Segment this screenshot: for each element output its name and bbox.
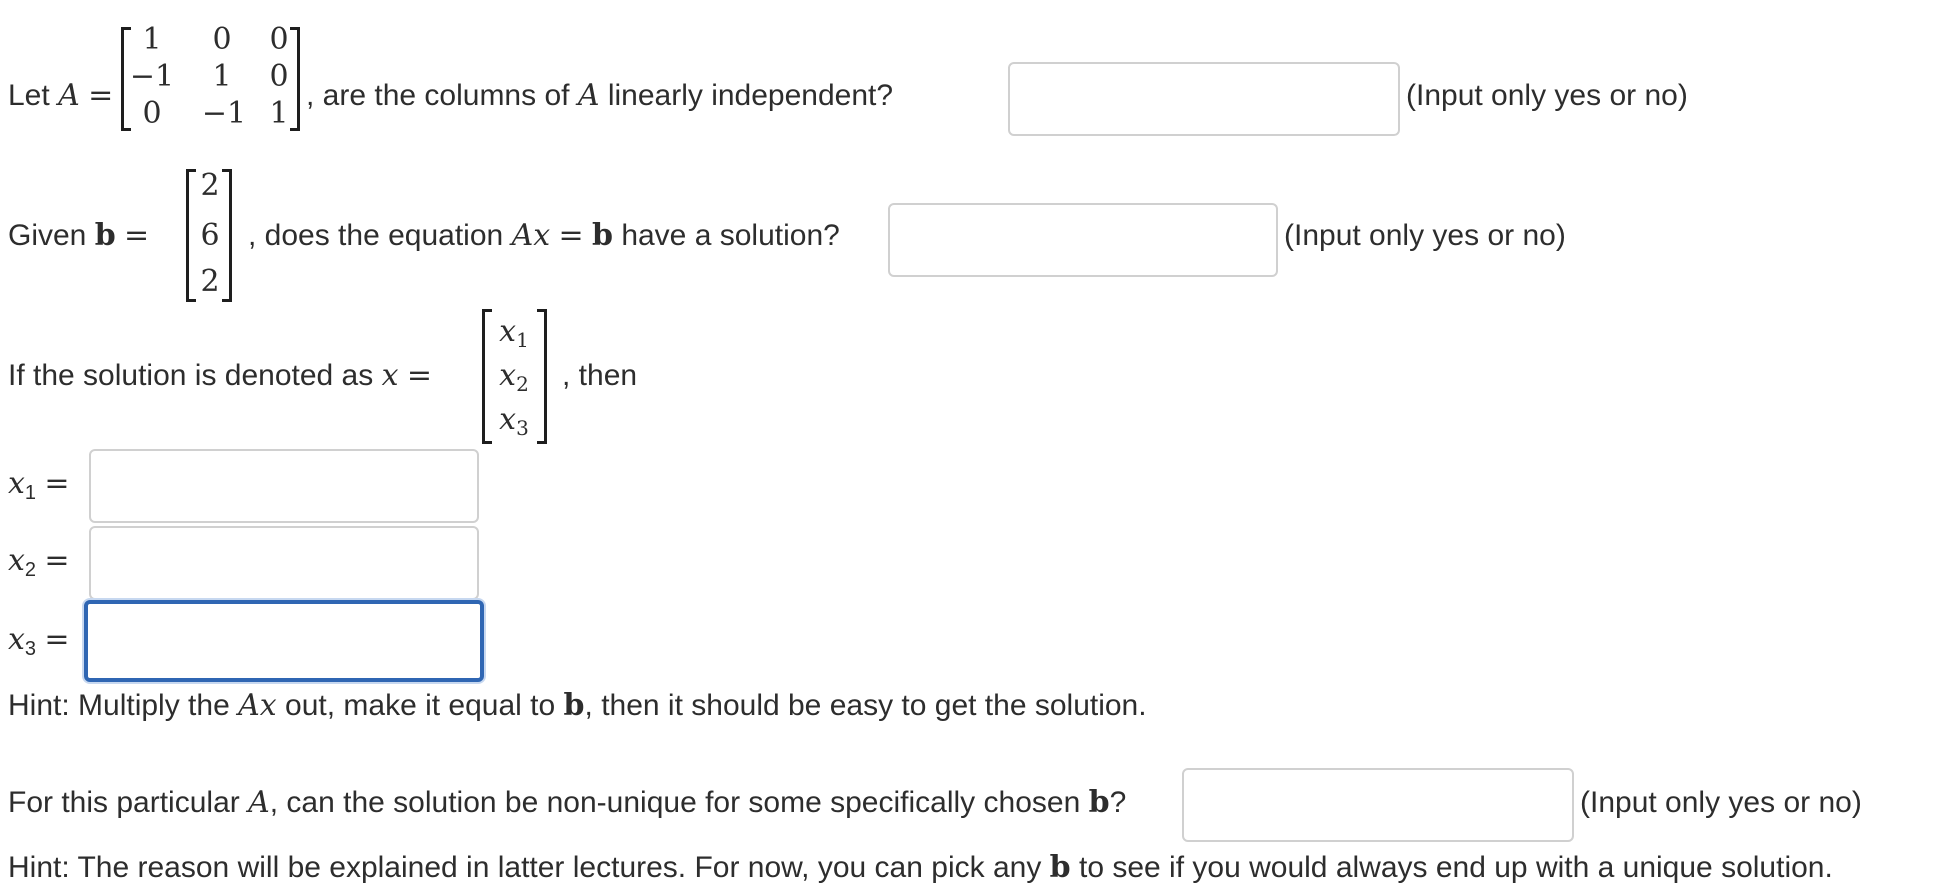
q1-matrix-r3c3: 1 xyxy=(269,96,289,131)
q2-label: Given b = xyxy=(8,218,149,254)
q2-question: , does the equation Ax = b have a soluti… xyxy=(248,218,840,254)
q3-vector-r2: x2 xyxy=(499,358,529,396)
q4-answer-input[interactable] xyxy=(1182,768,1574,842)
q1-matrix-r2c3: 0 xyxy=(269,59,289,94)
q2-equals-2: = xyxy=(558,218,584,253)
q3-vector-r3: x3 xyxy=(499,402,529,440)
q1-text-a: , are the columns of xyxy=(306,79,570,112)
q1-matrix-r2c1: −1 xyxy=(129,59,175,94)
q2-var-b2: b xyxy=(591,218,613,253)
q4-hint2: Hint: The reason will be explained in la… xyxy=(8,850,1833,886)
q3-prefix-text: If the solution is denoted as xyxy=(8,359,374,392)
q3-var-x: x xyxy=(381,358,399,393)
q1-matrix-r1c1: 1 xyxy=(142,22,162,57)
q4-qmark: ? xyxy=(1109,786,1127,819)
q2-text-b: have a solution? xyxy=(621,219,840,252)
q3-hint-suffix: , then it should be easy to get the solu… xyxy=(584,689,1147,722)
q2-answer-input[interactable] xyxy=(888,203,1278,277)
q2-equals: = xyxy=(124,218,150,253)
q1-matrix-r1c2: 0 xyxy=(212,22,232,57)
q2-vector-r1: 2 xyxy=(200,168,220,203)
q2-vector-r2: 6 xyxy=(200,218,220,253)
q1-text-b: linearly independent? xyxy=(607,79,894,112)
q3-x2-input[interactable] xyxy=(89,526,479,600)
q3-x1-label: x1 = xyxy=(8,466,70,504)
q1-matrix-r3c1: 0 xyxy=(142,96,162,131)
q1-question: , are the columns of A linearly independ… xyxy=(306,78,893,114)
q3-x3-label: x3 = xyxy=(8,622,70,660)
q1-label: Let A = xyxy=(8,78,113,114)
q3-x3-input[interactable] xyxy=(84,600,484,682)
q4-hint2-prefix: Hint: The reason will be explained in la… xyxy=(8,851,1042,884)
q1-var-A2: A xyxy=(577,78,600,113)
q4-question: For this particular A, can the solution … xyxy=(8,785,1126,821)
q1-matrix-r3c2: −1 xyxy=(201,96,247,131)
q2-text-a: , does the equation xyxy=(248,219,504,252)
q4-text-a: For this particular xyxy=(8,786,240,819)
q2-hint: (Input only yes or no) xyxy=(1284,219,1566,252)
q3-hint: Hint: Multiply the Ax out, make it equal… xyxy=(8,688,1147,724)
q2-var-b: b xyxy=(94,218,116,253)
q1-equals: = xyxy=(88,78,114,113)
q3-x1-input[interactable] xyxy=(89,449,479,523)
q2-prefix-text: Given xyxy=(8,219,87,252)
q2-var-Ax: Ax xyxy=(511,218,551,253)
q4-hint2-suffix: to see if you would always end up with a… xyxy=(1079,851,1833,884)
q3-x2-label: x2 = xyxy=(8,543,70,581)
q3-label: If the solution is denoted as x = xyxy=(8,358,432,394)
q3-vector-r1: x1 xyxy=(499,314,529,352)
q2-vector-r3: 2 xyxy=(200,264,220,299)
q3-vector-right-bracket xyxy=(537,309,547,444)
q1-var-A: A xyxy=(58,78,80,113)
q4-text-b: , can the solution be non-unique for som… xyxy=(269,786,1081,819)
q1-prefix-text: Let xyxy=(8,79,50,112)
q3-hint-var-Ax: Ax xyxy=(238,688,277,723)
q4-hint: (Input only yes or no) xyxy=(1580,786,1862,819)
q1-answer-input[interactable] xyxy=(1008,62,1400,136)
q4-var-b: b xyxy=(1088,785,1110,820)
q3-hint-prefix: Hint: Multiply the xyxy=(8,689,230,722)
q3-hint-var-b: b xyxy=(563,688,585,723)
q1-matrix-r1c3: 0 xyxy=(269,22,289,57)
q3-then: , then xyxy=(562,359,638,392)
q4-hint2-var-b: b xyxy=(1049,850,1071,885)
q4-var-A: A xyxy=(248,785,270,820)
q3-equals: = xyxy=(406,358,432,393)
q1-hint: (Input only yes or no) xyxy=(1406,79,1688,112)
q1-matrix-r2c2: 1 xyxy=(212,59,232,94)
q3-hint-mid: out, make it equal to xyxy=(285,689,556,722)
